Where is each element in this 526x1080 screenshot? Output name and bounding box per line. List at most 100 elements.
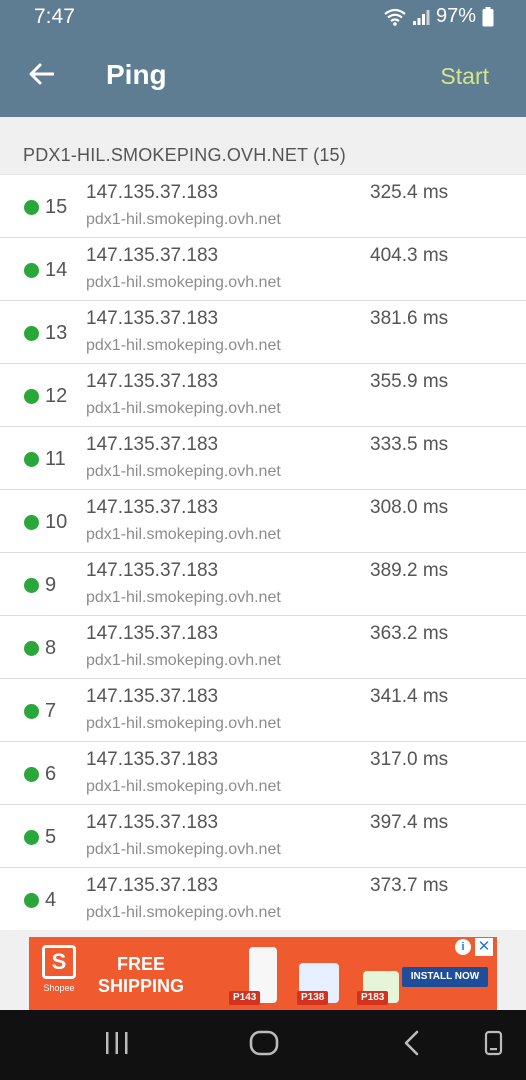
hop-row[interactable]: 13 147.135.37.183 pdx1-hil.smokeping.ovh… [0, 300, 526, 363]
hop-hostname: pdx1-hil.smokeping.ovh.net [86, 589, 281, 606]
shopee-logo: S Shopee [37, 945, 81, 1001]
hop-list[interactable]: 15 147.135.37.183 pdx1-hil.smokeping.ovh… [0, 174, 526, 930]
hop-number: 9 [45, 574, 57, 596]
hop-hostname: pdx1-hil.smokeping.ovh.net [86, 652, 281, 669]
hop-latency: 333.5 ms [370, 434, 449, 455]
ad-price-3: P183 [357, 991, 389, 1005]
hop-number: 14 [45, 259, 68, 281]
status-dot-icon [24, 830, 39, 845]
ad-headline-line2: SHIPPING [97, 976, 185, 996]
shopping-bag-icon: S [42, 945, 76, 979]
hop-hostname: pdx1-hil.smokeping.ovh.net [86, 274, 281, 291]
hop-ip: 147.135.37.183 [86, 812, 219, 833]
arrow-back-icon [28, 63, 55, 90]
ad-headline: FREE SHIPPING [91, 953, 191, 997]
hop-row[interactable]: 12 147.135.37.183 pdx1-hil.smokeping.ovh… [0, 363, 526, 426]
chevron-left-icon [402, 1030, 420, 1061]
ad-price-1: P143 [229, 991, 261, 1005]
hop-row[interactable]: 15 147.135.37.183 pdx1-hil.smokeping.ovh… [0, 174, 526, 237]
hop-number: 11 [45, 448, 66, 470]
page-title: Ping [106, 59, 167, 90]
signal-icon [412, 8, 430, 26]
hop-latency: 373.7 ms [370, 875, 449, 896]
hop-number: 10 [45, 511, 68, 533]
status-icons: 97% [384, 5, 494, 28]
hop-hostname: pdx1-hil.smokeping.ovh.net [86, 904, 281, 921]
hop-ip: 147.135.37.183 [86, 434, 219, 455]
hop-number: 15 [45, 196, 68, 218]
hop-ip: 147.135.37.183 [86, 308, 219, 329]
hop-number: 4 [45, 889, 57, 911]
hop-row[interactable]: 9 147.135.37.183 pdx1-hil.smokeping.ovh.… [0, 552, 526, 615]
hop-row[interactable]: 10 147.135.37.183 pdx1-hil.smokeping.ovh… [0, 489, 526, 552]
hop-ip: 147.135.37.183 [86, 560, 219, 581]
hop-ip: 147.135.37.183 [86, 686, 219, 707]
hop-latency: 355.9 ms [370, 371, 449, 392]
app-bar: Ping Start [0, 35, 526, 117]
hop-hostname: pdx1-hil.smokeping.ovh.net [86, 337, 281, 354]
status-dot-icon [24, 452, 39, 467]
install-now-button[interactable]: INSTALL NOW [402, 967, 488, 987]
hop-ip: 147.135.37.183 [86, 623, 219, 644]
hop-number: 12 [45, 385, 68, 407]
status-dot-icon [24, 641, 39, 656]
hop-ip: 147.135.37.183 [86, 245, 219, 266]
hop-latency: 389.2 ms [370, 560, 449, 581]
status-dot-icon [24, 767, 39, 782]
back-nav-button[interactable] [398, 1030, 424, 1060]
status-time: 7:47 [34, 5, 75, 28]
target-host-label: PDX1-HIL.SMOKEPING.OVH.NET (15) [23, 145, 346, 165]
battery-percent: 97% [435, 5, 476, 27]
hop-row[interactable]: 14 147.135.37.183 pdx1-hil.smokeping.ovh… [0, 237, 526, 300]
hop-row[interactable]: 7 147.135.37.183 pdx1-hil.smokeping.ovh.… [0, 678, 526, 741]
hop-latency: 363.2 ms [370, 623, 449, 644]
hop-row[interactable]: 6 147.135.37.183 pdx1-hil.smokeping.ovh.… [0, 741, 526, 804]
ad-products: P143 P138 P183 [199, 941, 399, 1007]
rotate-button[interactable] [480, 1030, 506, 1060]
hop-row[interactable]: 11 147.135.37.183 pdx1-hil.smokeping.ovh… [0, 426, 526, 489]
recent-apps-icon [104, 1031, 130, 1060]
hop-latency: 317.0 ms [370, 749, 449, 770]
status-dot-icon [24, 704, 39, 719]
hop-number: 5 [45, 826, 57, 848]
rotate-icon [482, 1030, 504, 1061]
home-button[interactable] [246, 1030, 282, 1060]
status-dot-icon [24, 893, 39, 908]
hop-hostname: pdx1-hil.smokeping.ovh.net [86, 463, 281, 480]
recent-apps-button[interactable] [100, 1030, 134, 1060]
hop-hostname: pdx1-hil.smokeping.ovh.net [86, 778, 281, 795]
hop-ip: 147.135.37.183 [86, 875, 219, 896]
info-icon[interactable]: i [455, 939, 471, 955]
battery-icon [482, 6, 494, 27]
start-button[interactable]: Start [440, 63, 489, 90]
hop-hostname: pdx1-hil.smokeping.ovh.net [86, 841, 281, 858]
back-button[interactable] [22, 57, 60, 95]
hop-ip: 147.135.37.183 [86, 182, 219, 203]
status-dot-icon [24, 200, 39, 215]
hop-row[interactable]: 8 147.135.37.183 pdx1-hil.smokeping.ovh.… [0, 615, 526, 678]
close-icon[interactable]: ✕ [475, 938, 493, 956]
status-dot-icon [24, 326, 39, 341]
hop-hostname: pdx1-hil.smokeping.ovh.net [86, 400, 281, 417]
ad-headline-line1: FREE [116, 954, 165, 974]
hop-number: 13 [45, 322, 68, 344]
hop-row[interactable]: 4 147.135.37.183 pdx1-hil.smokeping.ovh.… [0, 867, 526, 930]
hop-latency: 341.4 ms [370, 686, 449, 707]
ad-price-2: P138 [297, 991, 329, 1005]
hop-number: 7 [45, 700, 57, 722]
ad-area: S Shopee FREE SHIPPING P143 P138 P183 IN… [0, 930, 526, 1010]
target-header: PDX1-HIL.SMOKEPING.OVH.NET (15) [0, 117, 526, 174]
ad-brand: Shopee [43, 983, 75, 993]
system-nav-bar [0, 1010, 526, 1080]
hop-hostname: pdx1-hil.smokeping.ovh.net [86, 715, 281, 732]
status-bar: 7:47 97% [0, 0, 526, 35]
hop-hostname: pdx1-hil.smokeping.ovh.net [86, 526, 281, 543]
ad-banner[interactable]: S Shopee FREE SHIPPING P143 P138 P183 IN… [29, 937, 497, 1010]
status-dot-icon [24, 515, 39, 530]
hop-row[interactable]: 5 147.135.37.183 pdx1-hil.smokeping.ovh.… [0, 804, 526, 867]
home-icon [249, 1030, 279, 1061]
hop-latency: 404.3 ms [370, 245, 449, 266]
status-dot-icon [24, 389, 39, 404]
hop-hostname: pdx1-hil.smokeping.ovh.net [86, 211, 281, 228]
hop-latency: 325.4 ms [370, 182, 449, 203]
